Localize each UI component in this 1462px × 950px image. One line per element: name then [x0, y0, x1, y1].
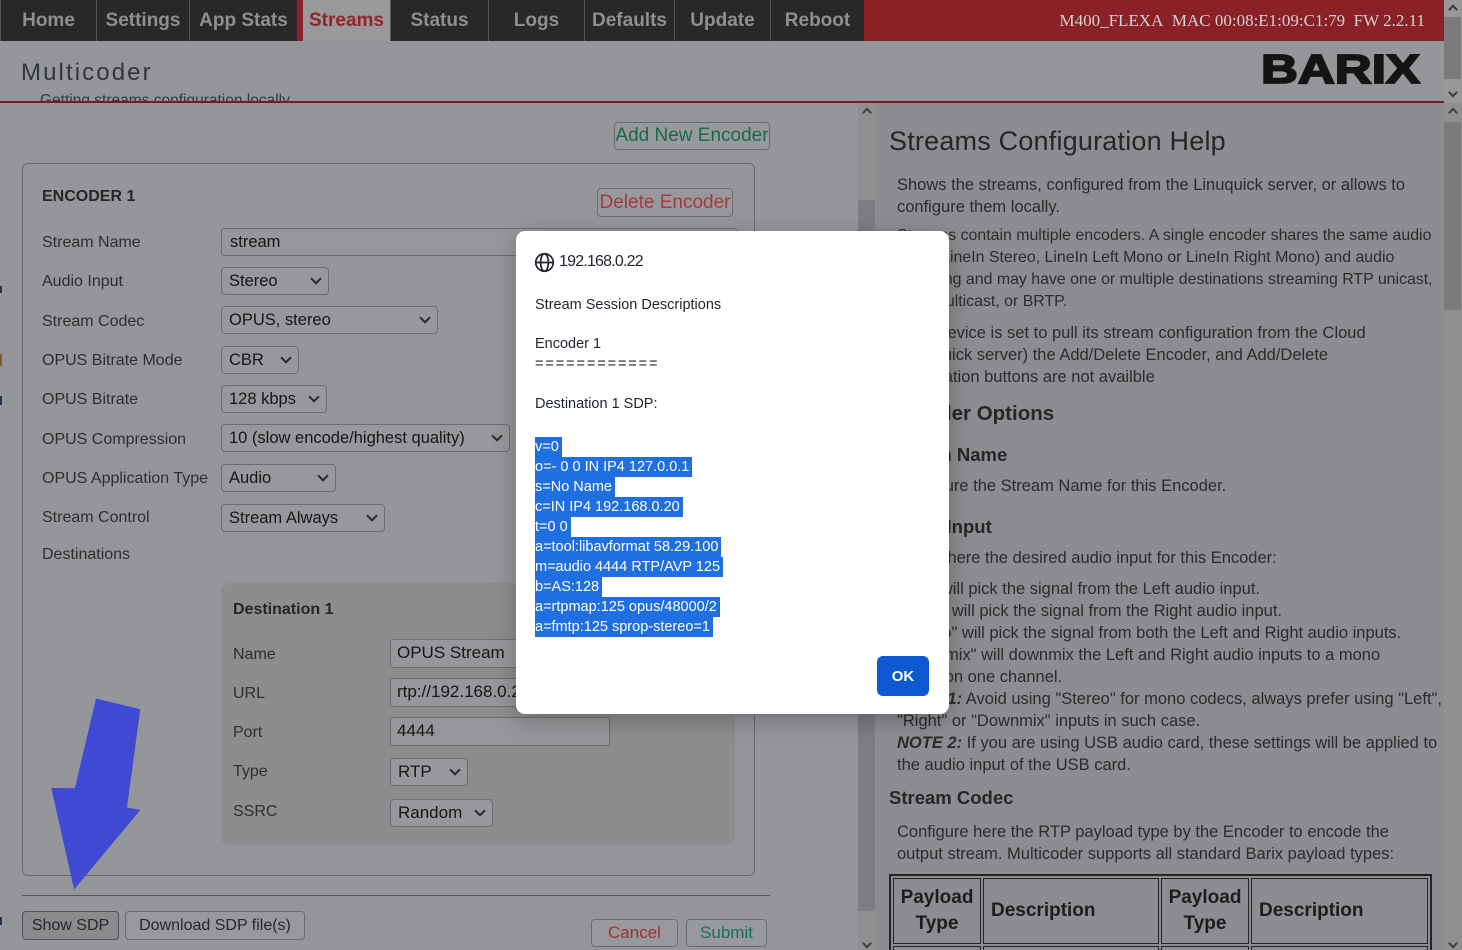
svg-text:BARIX: BARIX	[1261, 53, 1420, 85]
